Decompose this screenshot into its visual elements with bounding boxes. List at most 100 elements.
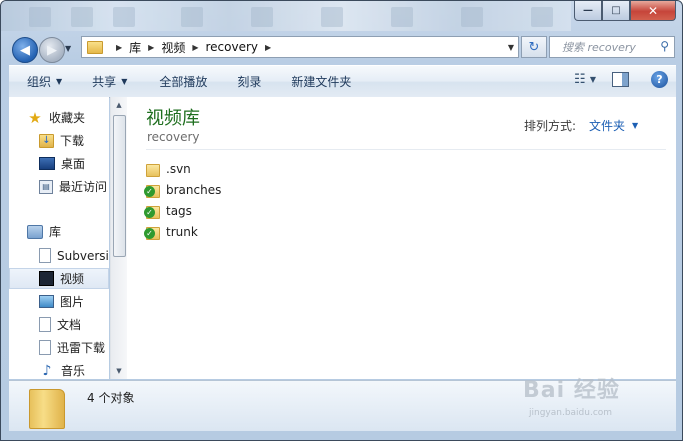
favorites-label: 收藏夹	[49, 111, 86, 125]
sidebar-item-label: 视频	[60, 272, 85, 286]
recent-places-icon: ▤	[39, 179, 53, 194]
library-subtitle: recovery	[147, 130, 200, 144]
folder-icon	[29, 389, 65, 429]
folder-icon	[146, 163, 160, 177]
library-title: 视频库	[146, 108, 200, 129]
watermark-url: jingyan.baidu.com	[529, 408, 613, 418]
close-button[interactable]: ✕	[630, 1, 676, 21]
change-view-icon[interactable]: ☷	[570, 70, 590, 88]
desktop-icon	[39, 157, 55, 170]
sidebar-item-libraries[interactable]: 库	[27, 221, 61, 242]
sidebar-item-label: 音乐	[61, 364, 86, 378]
search-box: ⚲	[549, 36, 675, 58]
maximize-button[interactable]: □	[602, 1, 630, 21]
preview-pane-icon[interactable]	[612, 71, 629, 87]
file-name: tags	[166, 204, 192, 218]
share-button[interactable]: 共享 ▼	[92, 73, 127, 90]
organize-button[interactable]: 组织 ▼	[27, 73, 62, 90]
view-controls: ☷ ▼ ?	[570, 70, 668, 88]
video-library-icon	[39, 271, 54, 286]
title-bar[interactable]	[1, 1, 571, 31]
chevron-down-icon[interactable]: ▼	[590, 75, 596, 84]
sidebar-item-desktop[interactable]: 桌面	[39, 153, 85, 174]
address-history-dropdown[interactable]: ▼	[504, 37, 518, 57]
address-bar[interactable]: ▶ 库 ▶ 视频 ▶ recovery ▶ ▼	[81, 36, 519, 58]
item-count: 4 个对象	[87, 391, 135, 405]
nav-pane-scrollbar[interactable]: ▲ ▼	[110, 97, 127, 379]
breadcrumb: ▶ 库 ▶ 视频 ▶ recovery ▶	[109, 39, 278, 56]
svn-folder-icon	[144, 184, 160, 198]
libraries-label: 库	[49, 225, 62, 239]
chevron-down-icon: ▼	[121, 77, 128, 86]
file-item-branches[interactable]: branches	[144, 180, 222, 200]
explorer-window: — □ ✕ ◀ ▶ ▼ ▶ 库 ▶ 视频 ▶ recovery ▶ ▼ ↻ ⚲ …	[0, 0, 683, 441]
chevron-down-icon: ▼	[56, 77, 63, 86]
sidebar-item-label: Subversi	[57, 248, 109, 263]
star-icon: ★	[28, 108, 42, 127]
music-note-icon: ♪	[42, 362, 52, 379]
library-doc-icon	[39, 340, 51, 355]
sidebar-item-label: 下载	[60, 134, 85, 148]
downloads-folder-icon: ↓	[39, 133, 54, 148]
svn-folder-icon	[144, 226, 160, 240]
new-folder-label: 新建文件夹	[291, 75, 352, 89]
play-all-label: 全部播放	[159, 75, 208, 89]
breadcrumb-item-recovery[interactable]: recovery	[206, 40, 259, 54]
file-name: branches	[166, 183, 222, 197]
scrollbar-thumb[interactable]	[113, 115, 126, 257]
chevron-right-icon[interactable]: ▶	[265, 43, 271, 52]
burn-label: 刻录	[237, 75, 262, 89]
file-item-trunk[interactable]: trunk	[144, 222, 198, 242]
scroll-down-icon[interactable]: ▼	[111, 363, 127, 379]
forward-arrow-icon: ▶	[47, 42, 57, 58]
file-item-svn[interactable]: .svn	[146, 159, 191, 179]
help-icon[interactable]: ?	[651, 70, 668, 88]
refresh-button[interactable]: ↻	[521, 36, 547, 58]
library-doc-icon	[39, 248, 51, 263]
sidebar-item-label: 最近访问	[59, 180, 108, 194]
burn-button[interactable]: 刻录	[237, 73, 261, 90]
recent-pages-dropdown[interactable]: ▼	[65, 44, 71, 53]
share-label: 共享	[92, 75, 117, 89]
sidebar-item-thunder-downloads[interactable]: 迅雷下载	[39, 337, 105, 358]
divider	[146, 149, 666, 150]
chevron-right-icon[interactable]: ▶	[192, 43, 198, 52]
caption-buttons: — □ ✕	[574, 1, 676, 21]
sidebar-item-documents[interactable]: 文档	[39, 314, 81, 335]
svn-folder-icon	[144, 205, 160, 219]
chevron-right-icon[interactable]: ▶	[148, 43, 154, 52]
sidebar-item-label: 迅雷下载	[57, 341, 106, 355]
back-button[interactable]: ◀	[12, 37, 38, 63]
command-bar: 组织 ▼ 共享 ▼ 全部播放 刻录 新建文件夹 ☷ ▼ ?	[9, 65, 676, 98]
sidebar-item-favorites[interactable]: ★ 收藏夹	[27, 107, 85, 128]
chevron-down-icon: ▼	[632, 121, 639, 130]
breadcrumb-item-videos[interactable]: 视频	[161, 39, 185, 56]
scroll-up-icon[interactable]: ▲	[111, 97, 127, 113]
documents-library-icon	[39, 317, 51, 332]
sidebar-item-videos[interactable]: 视频	[9, 268, 109, 289]
forward-button[interactable]: ▶	[39, 37, 65, 63]
sidebar-item-pictures[interactable]: 图片	[39, 291, 84, 312]
sidebar-item-downloads[interactable]: ↓ 下载	[39, 130, 84, 151]
file-name: .svn	[166, 162, 191, 176]
arrange-by-dropdown[interactable]: 文件夹 ▼	[589, 117, 638, 134]
back-arrow-icon: ◀	[20, 42, 30, 58]
watermark-logo: Bai 经验	[523, 378, 620, 403]
play-all-button[interactable]: 全部播放	[159, 73, 207, 90]
new-folder-button[interactable]: 新建文件夹	[291, 73, 351, 90]
sidebar-item-label: 图片	[60, 295, 85, 309]
arrange-by-label: 排列方式:	[524, 119, 577, 133]
minimize-button[interactable]: —	[574, 1, 602, 21]
pictures-library-icon	[39, 295, 54, 308]
arrange-by-value: 文件夹	[589, 119, 626, 133]
chevron-right-icon[interactable]: ▶	[116, 43, 122, 52]
sidebar-item-music[interactable]: ♪ 音乐	[39, 360, 85, 379]
search-icon[interactable]: ⚲	[660, 39, 669, 53]
search-input[interactable]	[562, 40, 662, 54]
breadcrumb-item-library[interactable]: 库	[129, 39, 141, 56]
sidebar-item-recent[interactable]: ▤ 最近访问	[39, 176, 107, 197]
file-item-tags[interactable]: tags	[144, 201, 192, 221]
sidebar-item-subversion[interactable]: Subversi	[39, 245, 109, 266]
sidebar-item-label: 桌面	[61, 157, 86, 171]
refresh-icon: ↻	[528, 39, 540, 55]
